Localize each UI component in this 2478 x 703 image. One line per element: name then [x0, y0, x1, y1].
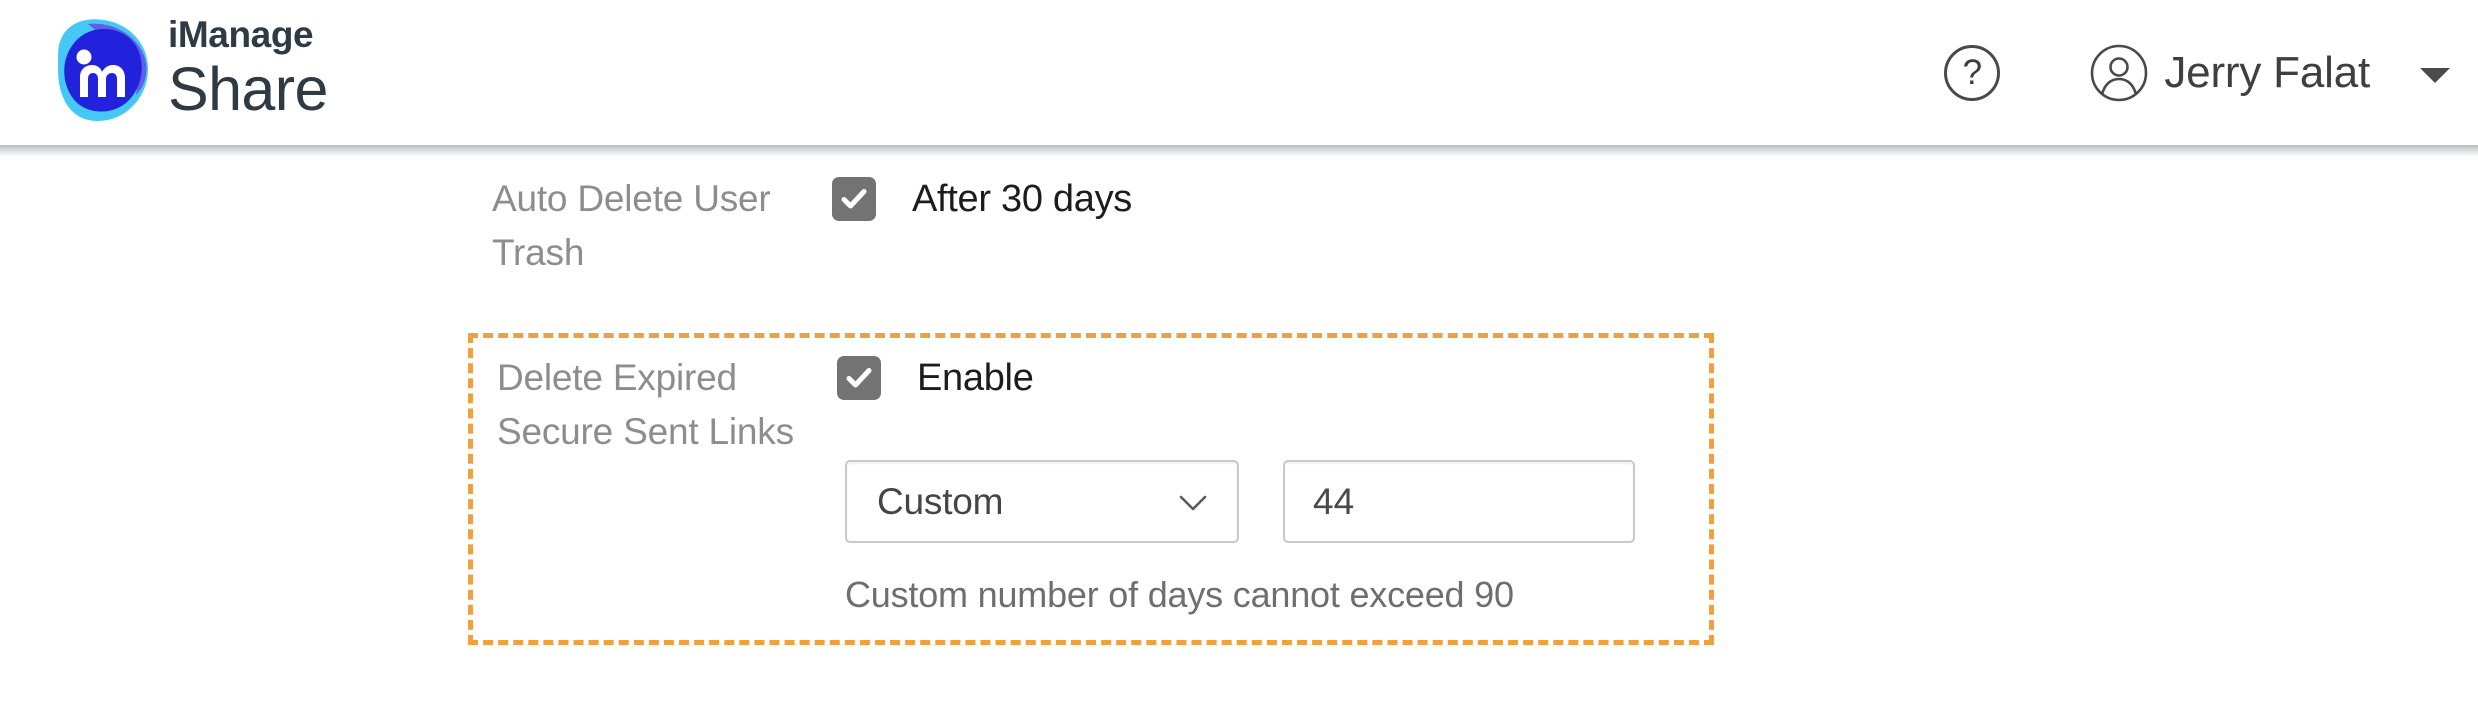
enable-checkbox-row[interactable]: Enable: [837, 351, 1034, 405]
days-input-hint: Custom number of days cannot exceed 90: [845, 574, 1514, 615]
checkmark-icon: [846, 368, 872, 388]
header-actions: ? Jerry Falat: [1944, 0, 2450, 145]
auto-delete-user-trash-control: After 30 days: [832, 172, 1132, 226]
caret-down-icon[interactable]: [2420, 68, 2450, 83]
duration-select[interactable]: Custom: [845, 460, 1239, 543]
brand-wordmark: iManage Share: [168, 16, 328, 124]
delete-expired-links-control: Enable: [837, 351, 1034, 405]
brand-logo[interactable]: iManage Share: [36, 6, 328, 134]
brand-line-share: Share: [168, 55, 328, 123]
days-input[interactable]: 44: [1283, 460, 1635, 543]
auto-delete-user-trash-label: Auto Delete User Trash: [492, 178, 771, 273]
user-name-label: Jerry Falat: [2164, 47, 2370, 97]
app-header: iManage Share ? Jerry Falat: [0, 0, 2478, 145]
duration-select-value: Custom: [877, 480, 1004, 522]
user-avatar-icon: [2090, 44, 2148, 102]
brand-line-imanage: iManage: [168, 14, 314, 55]
days-input-value: 44: [1313, 480, 1355, 522]
auto-delete-checkbox[interactable]: [832, 177, 876, 221]
app-root: iManage Share ? Jerry Falat Auto Delete …: [0, 0, 2478, 703]
auto-delete-checkbox-row[interactable]: After 30 days: [832, 172, 1132, 226]
header-divider-shadow: [0, 145, 2478, 157]
delete-expired-links-highlight-box: Delete Expired Secure Sent Links Enable …: [468, 333, 1714, 645]
setting-row-auto-delete-user-trash: Auto Delete User Trash After 30 days: [492, 172, 1132, 280]
enable-checkbox-label: Enable: [917, 357, 1034, 399]
auto-delete-checkbox-label: After 30 days: [912, 178, 1132, 220]
imanage-m-logo-icon: [36, 11, 154, 129]
setting-row-delete-expired-links: Delete Expired Secure Sent Links Enable: [497, 351, 1034, 459]
delete-expired-links-label: Delete Expired Secure Sent Links: [497, 357, 794, 452]
checkmark-icon: [841, 189, 867, 209]
settings-content: Auto Delete User Trash After 30 days Del…: [0, 157, 2478, 703]
help-question-icon[interactable]: ?: [1944, 44, 2001, 101]
enable-checkbox[interactable]: [837, 356, 881, 400]
user-menu[interactable]: Jerry Falat: [2090, 44, 2450, 102]
delete-expired-links-inputs: Custom 44: [845, 460, 1635, 543]
chevron-down-icon: [1176, 485, 1210, 519]
